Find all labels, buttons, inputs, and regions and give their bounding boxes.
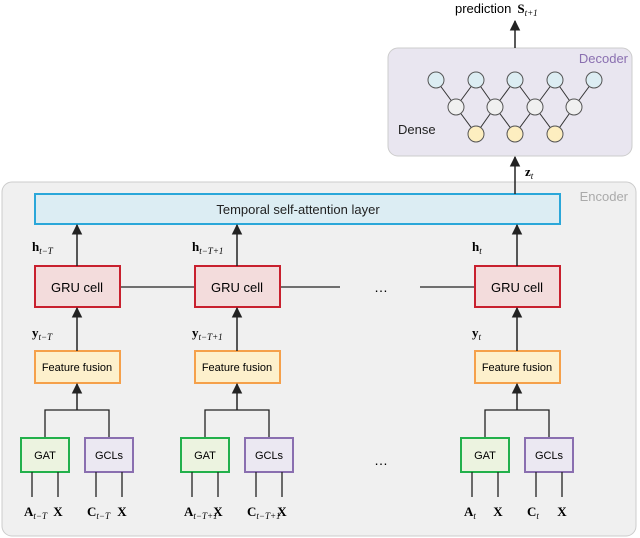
gcl-label: GCLs [95,450,124,462]
c-sub: t−T [96,511,111,521]
hidden-neuron [486,98,504,116]
x-label: X [117,504,127,519]
model-architecture-diagram: Encoder Temporal self-attention layer GR… [1,1,637,537]
input-neuron [546,125,564,143]
y-sub: t−T [39,332,54,342]
hidden-neuron [447,98,465,116]
hidden-neuron [565,98,583,116]
input-neuron [467,125,485,143]
x-label: X [493,504,503,519]
a-sub: t−T [33,511,48,521]
ellipsis-inputs: … [374,452,388,468]
gru-label: GRU cell [211,280,263,295]
fusion-label: Feature fusion [42,362,112,374]
gcl-label: GCLs [535,450,564,462]
z-label: zt [525,164,534,181]
output-neuron [427,71,445,89]
x-label: X [53,504,63,519]
z-sub: t [531,171,534,181]
output-neuron [506,71,524,89]
gat-label: GAT [194,450,216,462]
gru-label: GRU cell [491,280,543,295]
c-var: C [527,504,536,519]
output-var: S [517,1,524,16]
output-sub: t+1 [525,8,538,18]
x-label: X [557,504,567,519]
attention-label: Temporal self-attention layer [216,202,380,217]
output-neuron [546,71,564,89]
h-sub: t−T+1 [199,246,223,256]
y-sub: t−T+1 [199,332,223,342]
output-neuron [585,71,603,89]
hidden-neuron [526,98,544,116]
output-neuron [467,71,485,89]
encoder-title: Encoder [580,189,629,204]
decoder-title: Decoder [579,51,629,66]
gat-label: GAT [34,450,56,462]
c-var: C [87,504,96,519]
gcl-label: GCLs [255,450,284,462]
x-label: X [213,504,223,519]
fusion-label: Feature fusion [202,362,272,374]
output-text: prediction [455,1,511,16]
c-var: C [247,504,256,519]
x-label: X [277,504,287,519]
ellipsis-gru: … [374,279,388,295]
input-neuron [506,125,524,143]
gru-label: GRU cell [51,280,103,295]
h-sub: t−T [39,246,54,256]
fusion-label: Feature fusion [482,362,552,374]
gat-label: GAT [474,450,496,462]
dense-label: Dense [398,122,436,137]
output-label: prediction St+1 [455,1,538,18]
